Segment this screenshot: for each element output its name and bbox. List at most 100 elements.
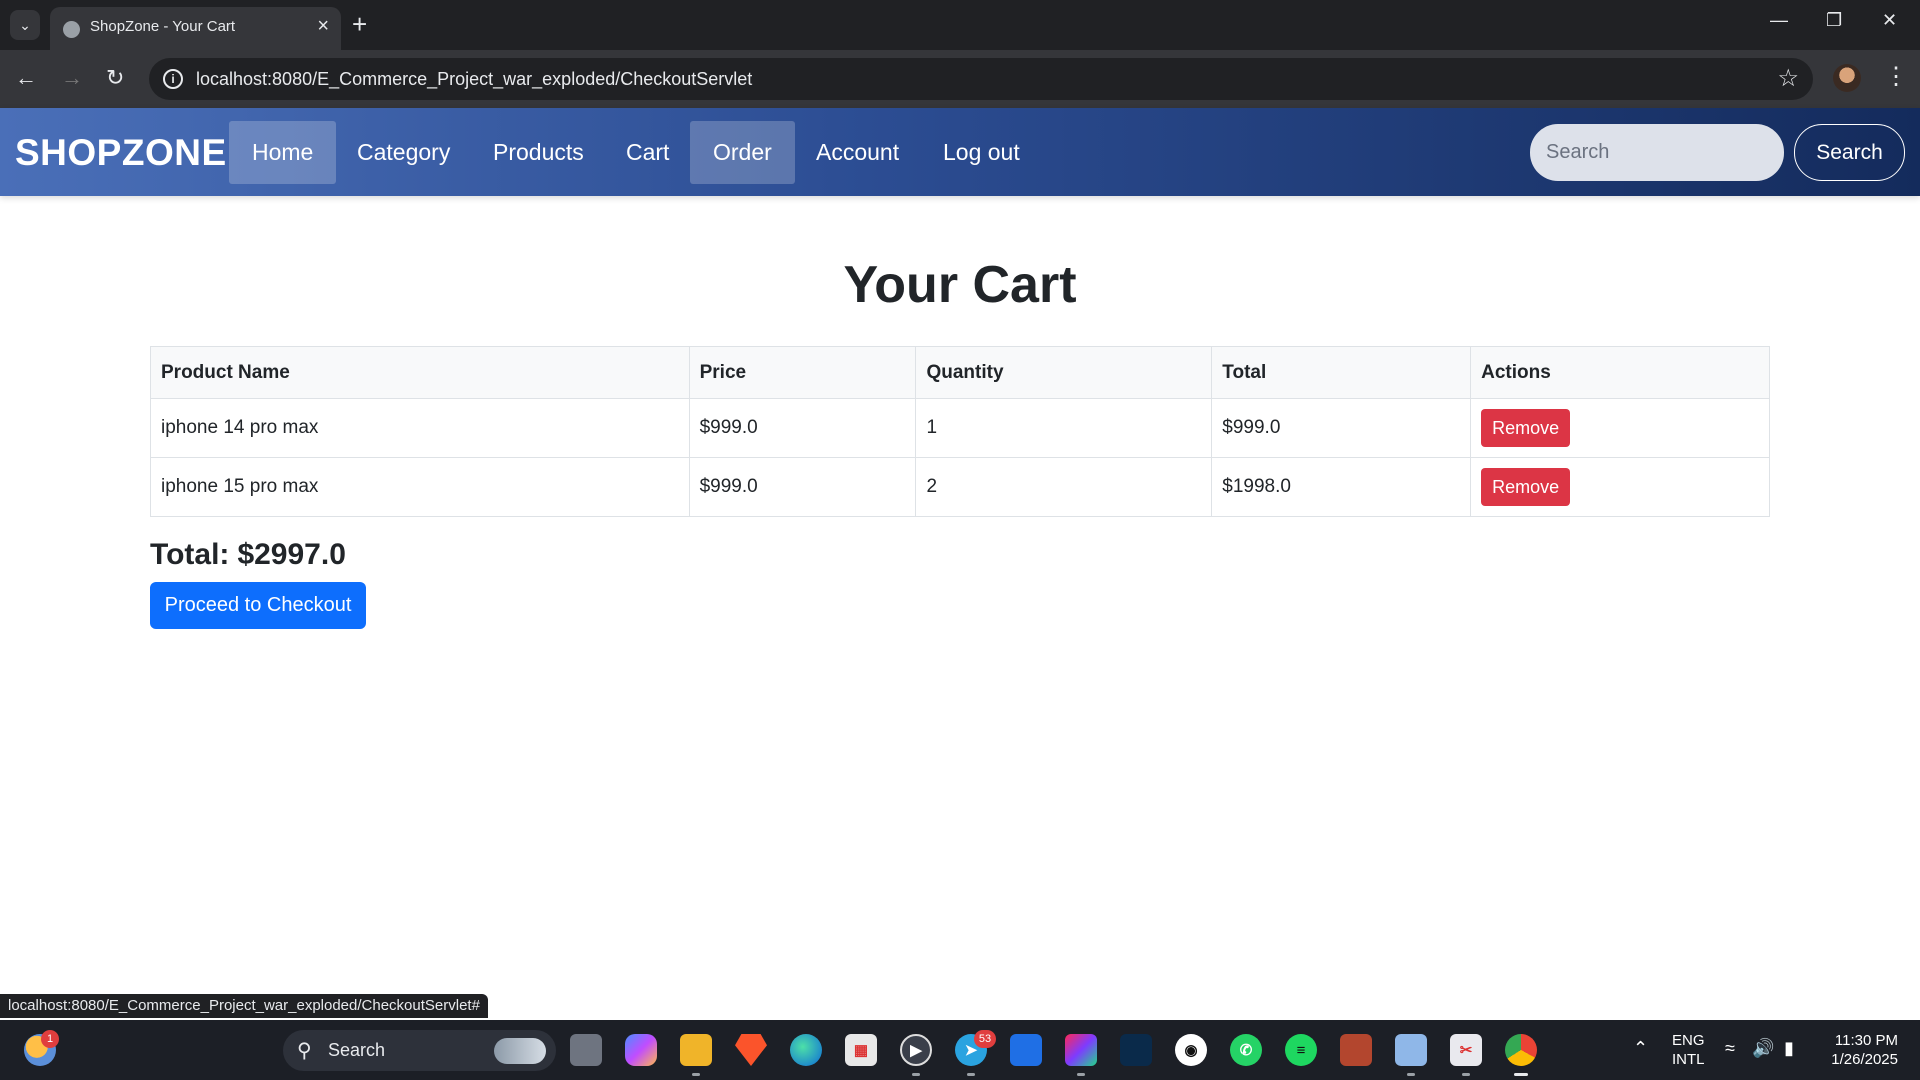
keyboard-layout: INTL [1672, 1051, 1705, 1068]
brave-icon[interactable] [735, 1034, 767, 1066]
clock[interactable]: 11:30 PM 1/26/2025 [1822, 1031, 1898, 1069]
plus-icon[interactable]: + [352, 9, 367, 39]
search-input[interactable] [1530, 124, 1784, 181]
search-icon: ⚲ [297, 1040, 312, 1062]
tab-list-icon[interactable]: ⌄ [10, 10, 40, 40]
media-player-icon[interactable]: ▶ [900, 1034, 932, 1066]
forward-icon[interactable]: → [61, 63, 83, 93]
restore-icon[interactable]: ❐ [1826, 10, 1842, 31]
kebab-menu-icon[interactable]: ⋮ [1884, 62, 1908, 91]
game-icon[interactable] [1340, 1034, 1372, 1066]
running-indicator [1514, 1073, 1528, 1076]
edge-icon[interactable] [790, 1034, 822, 1066]
close-icon[interactable]: × [317, 15, 329, 38]
address-bar[interactable]: i localhost:8080/E_Commerce_Project_war_… [149, 58, 1813, 100]
nav-link-products[interactable]: Products [470, 121, 607, 184]
nav-link-account[interactable]: Account [793, 121, 922, 184]
copilot-icon[interactable] [625, 1034, 657, 1066]
brand-logo[interactable]: SHOPZONE [15, 132, 227, 174]
reload-icon[interactable]: ↻ [106, 63, 124, 93]
volume-icon[interactable]: 🔊 [1752, 1038, 1774, 1059]
status-bar-url: localhost:8080/E_Commerce_Project_war_ex… [0, 994, 488, 1018]
running-indicator [912, 1073, 920, 1076]
nav-link-order[interactable]: Order [690, 121, 795, 184]
weather-badge: 1 [41, 1030, 59, 1048]
running-indicator [967, 1073, 975, 1076]
remove-button[interactable]: Remove [1481, 468, 1571, 506]
page-title: Your Cart [843, 256, 1077, 314]
nav-link-cart[interactable]: Cart [603, 121, 692, 184]
cell-quantity: 2 [915, 457, 1213, 517]
cell-total: $1998.0 [1211, 457, 1472, 517]
browser-tab[interactable]: ShopZone - Your Cart × [50, 7, 341, 50]
url-text[interactable]: localhost:8080/E_Commerce_Project_war_ex… [196, 69, 752, 90]
column-header-actions: Actions [1470, 346, 1770, 399]
running-indicator [1407, 1073, 1415, 1076]
clock-time: 11:30 PM [1834, 1032, 1898, 1049]
chevron-up-icon[interactable]: ⌃ [1633, 1038, 1648, 1059]
snipping-icon[interactable]: ✂ [1450, 1034, 1482, 1066]
browser-toolbar: ← → ↻ i localhost:8080/E_Commerce_Projec… [0, 50, 1920, 108]
running-indicator [1077, 1073, 1085, 1076]
language-indicator[interactable]: ENG INTL [1672, 1031, 1705, 1069]
mysql-icon[interactable] [1120, 1034, 1152, 1066]
column-header-product: Product Name [150, 346, 690, 399]
cell-actions: Remove [1470, 398, 1770, 458]
wifi-icon[interactable]: ≈ [1725, 1038, 1735, 1059]
folder-icon[interactable] [680, 1034, 712, 1066]
proceed-to-checkout-button[interactable]: Proceed to Checkout [150, 582, 366, 629]
github-icon[interactable]: ◉ [1175, 1034, 1207, 1066]
taskbar: 1 ⚲ Search ▦ ▶ ➤ 53 ◉ ✆ ≡ ✂ ⌃ ENG INTL ≈… [0, 1020, 1920, 1080]
running-indicator [1462, 1073, 1470, 1076]
info-icon[interactable]: i [163, 69, 183, 89]
cell-product-name: iphone 14 pro max [150, 398, 690, 458]
site-navbar: SHOPZONE Home Category Products Cart Ord… [0, 108, 1920, 196]
minimize-icon[interactable]: — [1770, 10, 1788, 31]
nav-link-home[interactable]: Home [229, 121, 337, 184]
battery-icon[interactable]: ▮ [1784, 1038, 1794, 1059]
column-header-quantity: Quantity [915, 346, 1213, 399]
table-header-row: Product Name Price Quantity Total Action… [150, 346, 1770, 399]
cell-price: $999.0 [688, 457, 917, 517]
running-indicator [692, 1073, 700, 1076]
spotify-icon[interactable]: ≡ [1285, 1034, 1317, 1066]
cell-actions: Remove [1470, 457, 1770, 517]
cart-total: Total: $2997.0 [150, 538, 346, 572]
profile-avatar[interactable] [1833, 64, 1861, 92]
cell-price: $999.0 [688, 398, 917, 458]
cell-total: $999.0 [1211, 398, 1472, 458]
table-row: iphone 15 pro max $999.0 2 $1998.0 Remov… [150, 457, 1770, 517]
search-highlight-image [494, 1038, 546, 1064]
file-explorer-icon[interactable] [570, 1034, 602, 1066]
telegram-badge: 53 [974, 1030, 996, 1048]
language-code: ENG [1672, 1032, 1705, 1049]
taskbar-search[interactable]: ⚲ Search [283, 1030, 556, 1071]
vpn-icon[interactable] [1010, 1034, 1042, 1066]
store-icon[interactable]: ▦ [845, 1034, 877, 1066]
remove-button[interactable]: Remove [1481, 409, 1571, 447]
cart-total-value: $2997.0 [237, 538, 346, 571]
globe-icon [63, 21, 80, 38]
cart-table: Product Name Price Quantity Total Action… [150, 346, 1770, 517]
star-icon[interactable]: ☆ [1777, 64, 1799, 93]
cell-quantity: 1 [915, 398, 1213, 458]
whatsapp-icon[interactable]: ✆ [1230, 1034, 1262, 1066]
cell-product-name: iphone 15 pro max [150, 457, 690, 517]
windows-start-icon[interactable] [234, 1034, 266, 1066]
nav-link-logout[interactable]: Log out [920, 121, 1043, 184]
tab-title: ShopZone - Your Cart [90, 18, 236, 35]
column-header-price: Price [688, 346, 917, 399]
search-button[interactable]: Search [1794, 124, 1905, 181]
browser-titlebar: ⌄ ShopZone - Your Cart × + — ❐ ✕ [0, 0, 1920, 50]
photos-icon[interactable] [1395, 1034, 1427, 1066]
back-icon[interactable]: ← [15, 63, 37, 93]
cart-total-label: Total: [150, 538, 230, 571]
table-row: iphone 14 pro max $999.0 1 $999.0 Remove [150, 398, 1770, 458]
chrome-icon[interactable] [1505, 1034, 1537, 1066]
intellij-icon[interactable] [1065, 1034, 1097, 1066]
taskbar-search-label: Search [328, 1040, 386, 1060]
close-window-icon[interactable]: ✕ [1882, 10, 1897, 31]
column-header-total: Total [1211, 346, 1472, 399]
nav-link-category[interactable]: Category [334, 121, 473, 184]
clock-date: 1/26/2025 [1831, 1051, 1898, 1068]
